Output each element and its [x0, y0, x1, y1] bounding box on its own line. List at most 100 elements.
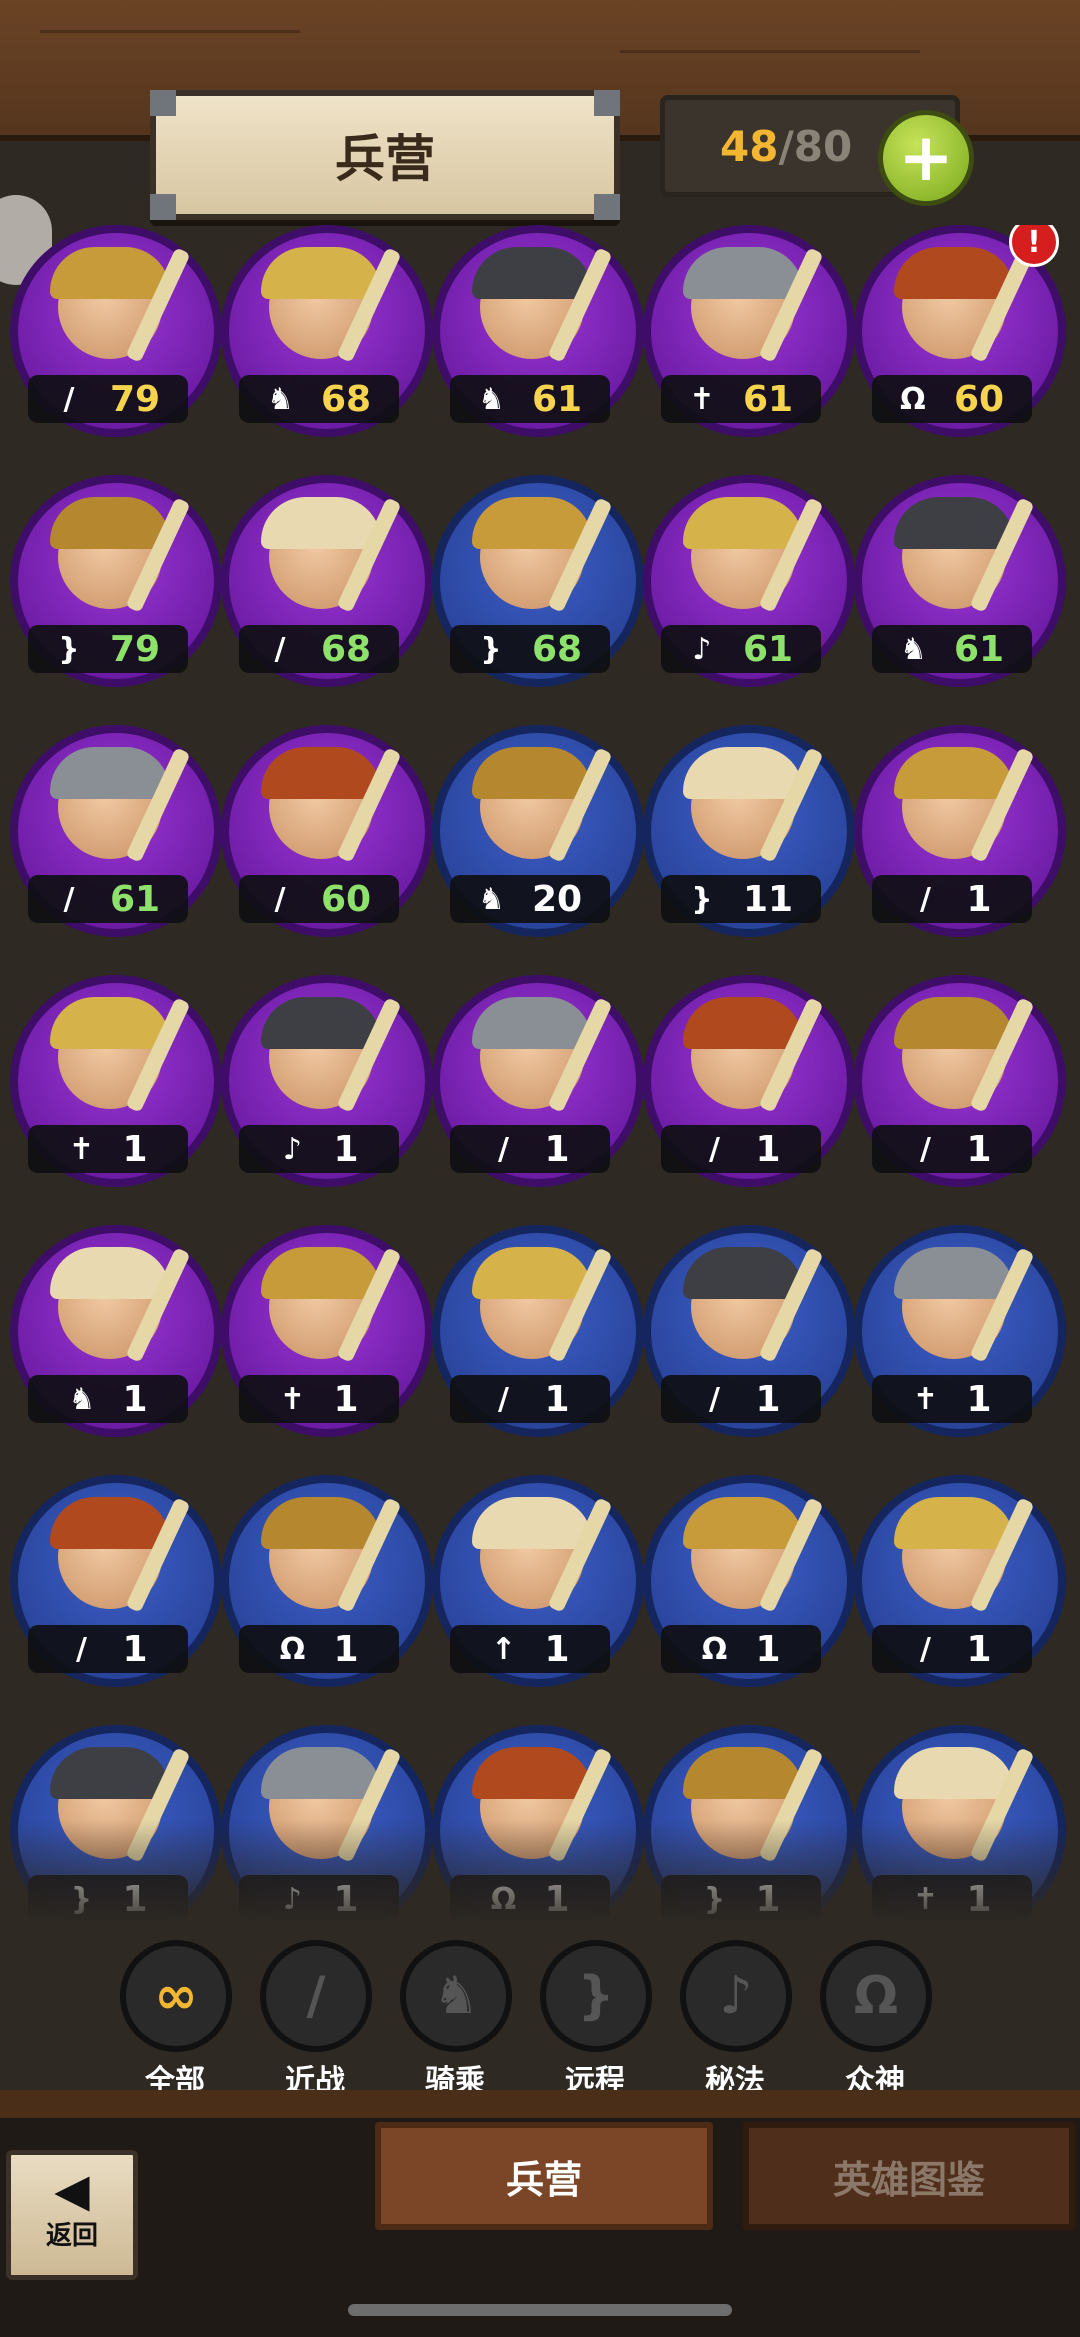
unit-info-bar: ✝1 [872, 1375, 1032, 1423]
unit-card[interactable]: /1 [854, 725, 1066, 940]
magic-icon: ♪ [282, 1131, 303, 1167]
unit-card[interactable]: Ω 60! [854, 225, 1066, 440]
unit-card[interactable]: ♪ 61 [643, 475, 855, 690]
unit-level: 79 [109, 628, 161, 670]
unit-info-bar: Ω 60 [872, 375, 1032, 423]
unit-level: 1 [755, 1378, 781, 1420]
unit-card[interactable]: / 68 [221, 475, 433, 690]
unit-card[interactable]: ♞ 61 [432, 225, 644, 440]
unit-headgear [50, 997, 170, 1049]
unit-headgear [261, 1747, 381, 1799]
unit-info-bar: /1 [872, 875, 1032, 923]
sword-icon: / [708, 1131, 720, 1167]
unit-card[interactable]: / 79 [10, 225, 222, 440]
unit-headgear [683, 747, 803, 799]
unit-grid: / 79 ♞ 68 ♞ 61 ✝ 61 Ω 60!} 79 / 68} 68 ♪ 61 ♞ 61 / 61 / 60 ♞ 20… [0, 225, 1080, 1920]
unit-card[interactable]: Ω1 [221, 1475, 433, 1690]
unit-level: 1 [122, 1378, 148, 1420]
filter-infinity[interactable]: ∞ 全部 [120, 1940, 232, 2100]
unit-info-bar: ↑ 1 [450, 1625, 610, 1673]
unit-card[interactable]: ♞ 61 [854, 475, 1066, 690]
magic-icon: ♪ [680, 1940, 792, 2052]
unit-info-bar: /1 [872, 1125, 1032, 1173]
unit-headgear [683, 497, 803, 549]
unit-headgear [472, 247, 592, 299]
unit-card[interactable]: /1 [643, 1225, 855, 1440]
unit-headgear [894, 497, 1014, 549]
unit-info-bar: } 11 [661, 875, 821, 923]
page-title-plate: 兵营 [150, 90, 620, 220]
unit-card[interactable]: ↑ 1 [432, 1475, 644, 1690]
unit-card[interactable]: ✝1 [221, 1225, 433, 1440]
unit-level: 1 [966, 1628, 992, 1670]
unit-card[interactable]: ✝ 61 [643, 225, 855, 440]
unit-card[interactable]: ♞ 20 [432, 725, 644, 940]
unit-card[interactable]: Ω1 [643, 1475, 855, 1690]
unit-card[interactable]: ♞ 68 [221, 225, 433, 440]
unit-level: 60 [320, 878, 372, 920]
sword-icon: / [919, 881, 931, 917]
unit-headgear [894, 247, 1014, 299]
unit-headgear [50, 747, 170, 799]
unit-card[interactable]: ♞ 1 [10, 1225, 222, 1440]
bow-icon: } [691, 881, 713, 917]
unit-card[interactable]: /1 [10, 1475, 222, 1690]
tab-hero-codex[interactable]: 英雄图鉴 [743, 2122, 1075, 2230]
wood-grain [40, 30, 300, 33]
unit-info-bar: } 79 [28, 625, 188, 673]
sword-icon: / [274, 631, 286, 667]
unit-card[interactable]: ✝1 [10, 975, 222, 1190]
filter-horse[interactable]: ♞ 骑乘 [400, 1940, 512, 2100]
unit-info-bar: /1 [450, 1375, 610, 1423]
filter-magic[interactable]: ♪ 秘法 [680, 1940, 792, 2100]
unit-level: 68 [320, 628, 372, 670]
horse-icon: ♞ [266, 381, 294, 417]
unit-info-bar: ♞ 1 [28, 1375, 188, 1423]
cross-icon: ✝ [68, 1131, 95, 1167]
horse-icon: ♞ [68, 1381, 96, 1417]
unit-card[interactable]: } 11 [643, 725, 855, 940]
filter-sword[interactable]: / 近战 [260, 1940, 372, 2100]
sword-icon: / [63, 881, 75, 917]
unit-headgear [261, 747, 381, 799]
unit-card[interactable]: /1 [432, 1225, 644, 1440]
unit-card[interactable]: } 79 [10, 475, 222, 690]
sword-icon: / [75, 1631, 87, 1667]
unit-card[interactable]: /1 [854, 975, 1066, 1190]
filter-omega[interactable]: Ω 众神 [820, 1940, 932, 2100]
unit-level: 1 [333, 1128, 359, 1170]
omega-icon: Ω [820, 1940, 932, 2052]
omega-icon: Ω [900, 381, 926, 417]
back-button[interactable]: ◀ 返回 [6, 2150, 138, 2280]
unit-level: 1 [755, 1128, 781, 1170]
unit-card[interactable]: /1 [643, 975, 855, 1190]
page-title: 兵营 [335, 130, 435, 188]
unit-level: 68 [320, 378, 372, 420]
unit-headgear [50, 247, 170, 299]
unit-level: 1 [544, 1628, 570, 1670]
bow-icon: } [58, 631, 80, 667]
unit-level: 1 [544, 1128, 570, 1170]
filter-bow[interactable]: } 远程 [540, 1940, 652, 2100]
unit-level: 79 [109, 378, 161, 420]
unit-card[interactable]: /1 [854, 1475, 1066, 1690]
unit-info-bar: / 79 [28, 375, 188, 423]
tab-barracks[interactable]: 兵营 [375, 2122, 713, 2230]
unit-card[interactable]: } 68 [432, 475, 644, 690]
capacity-current: 48 [720, 121, 779, 171]
unit-card[interactable]: / 60 [221, 725, 433, 940]
back-label: 返回 [45, 2221, 98, 2251]
infinity-icon: ∞ [120, 1940, 232, 2052]
horse-icon: ♞ [400, 1940, 512, 2052]
unit-headgear [683, 247, 803, 299]
unit-card[interactable]: / 61 [10, 725, 222, 940]
unit-card[interactable]: ✝1 [854, 1225, 1066, 1440]
add-capacity-button[interactable]: + [878, 110, 974, 206]
unit-card[interactable]: ♪1 [221, 975, 433, 1190]
unit-headgear [472, 1497, 592, 1549]
unit-info-bar: Ω1 [661, 1625, 821, 1673]
horse-icon: ♞ [477, 881, 505, 917]
unit-card[interactable]: /1 [432, 975, 644, 1190]
plate-corner [594, 194, 620, 220]
unit-headgear [894, 747, 1014, 799]
